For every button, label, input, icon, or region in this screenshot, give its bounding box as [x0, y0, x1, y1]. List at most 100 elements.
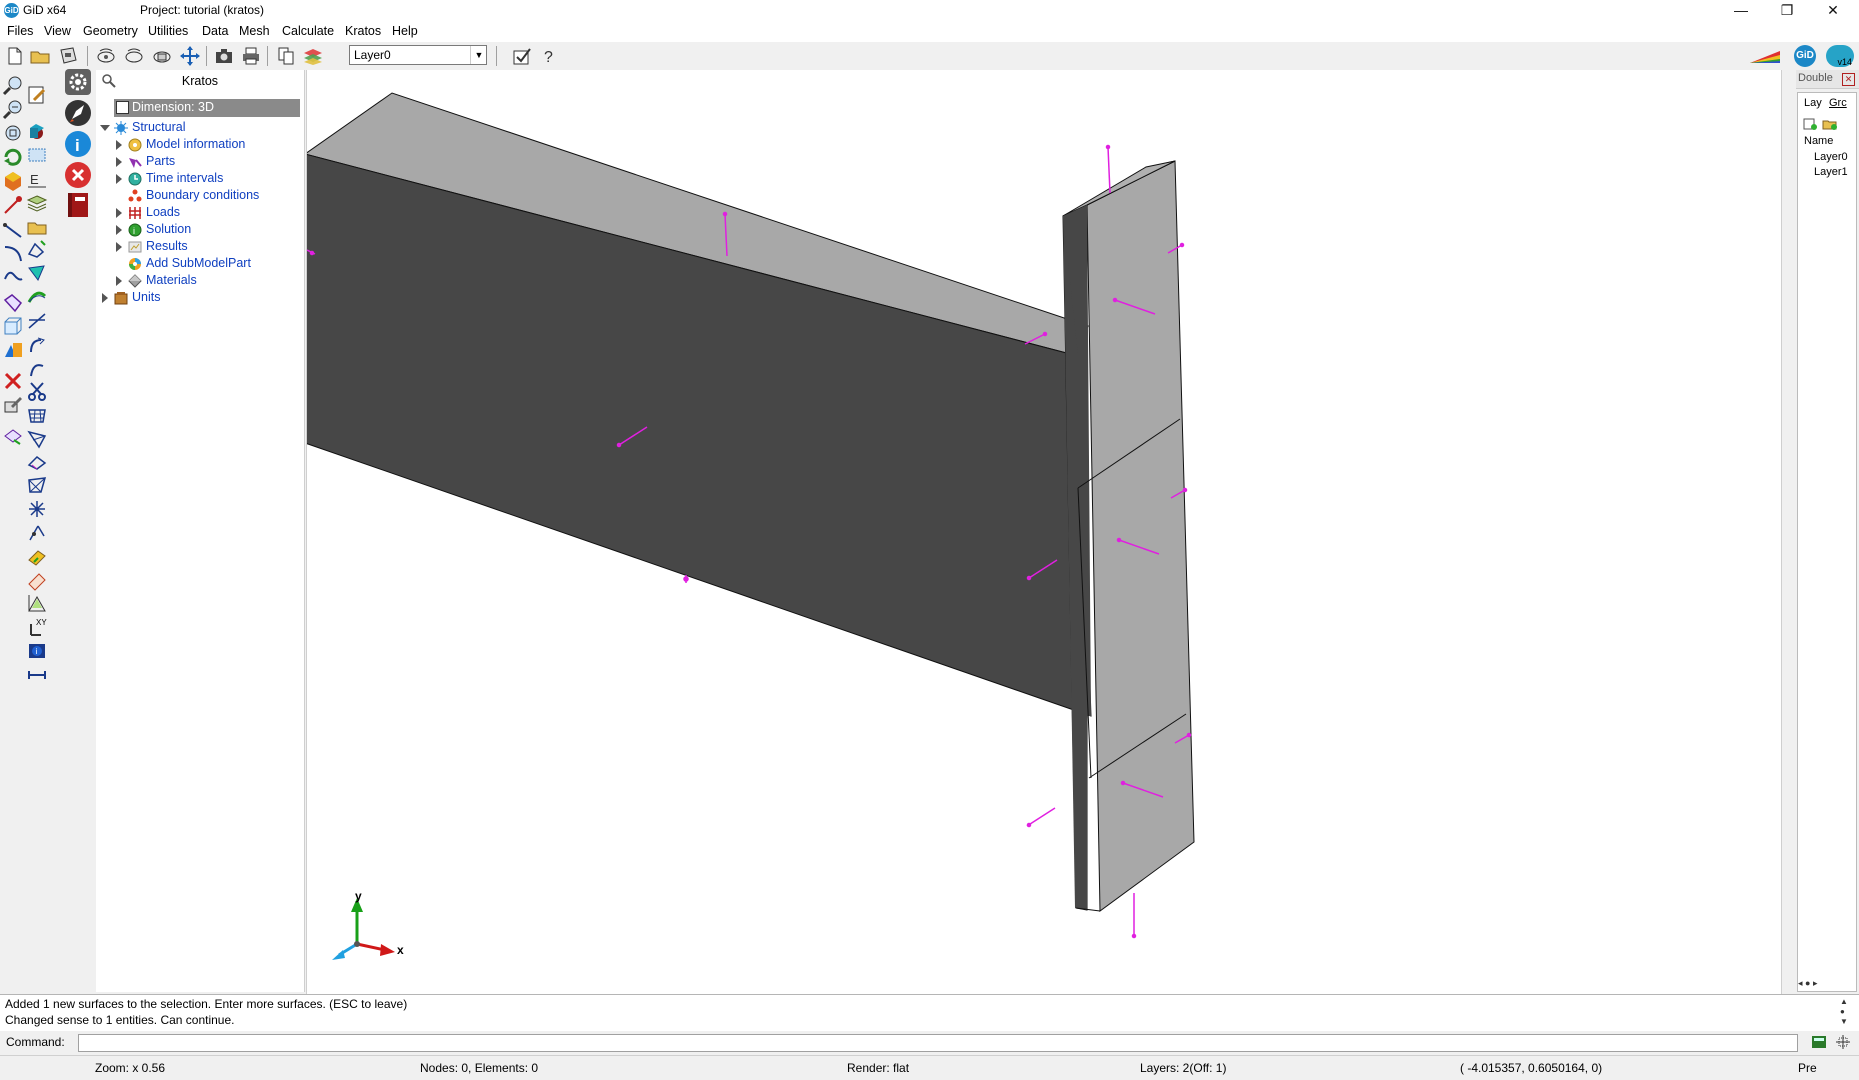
coordinates-icon[interactable]: XY	[26, 616, 48, 638]
close-button[interactable]: ✕	[1811, 0, 1855, 22]
tree-item-time-intervals[interactable]: Time intervals	[114, 170, 300, 188]
expand-icon[interactable]	[116, 140, 122, 150]
redraw-icon[interactable]	[2, 146, 24, 168]
restore-button[interactable]: ❐	[1765, 0, 1809, 22]
create-shape-icon[interactable]	[2, 338, 24, 360]
divide-surface-icon[interactable]	[26, 358, 48, 380]
tab-layers[interactable]: Lay	[1804, 97, 1822, 109]
expand-icon[interactable]	[116, 276, 122, 286]
tree-item-boundary-conditions[interactable]: Boundary conditions	[114, 187, 300, 205]
menu-data[interactable]: Data	[202, 24, 228, 38]
settings-icon[interactable]	[64, 68, 92, 96]
rotate-screen-icon[interactable]	[123, 45, 145, 67]
nurbs-surface-icon[interactable]	[26, 262, 48, 284]
tree-item-solution[interactable]: i Solution	[114, 221, 300, 239]
expand-icon[interactable]	[116, 208, 122, 218]
menu-kratos[interactable]: Kratos	[345, 24, 381, 38]
close-panel-icon[interactable]: ✕	[1842, 73, 1855, 86]
model-canvas[interactable]	[307, 70, 1783, 994]
move-icon[interactable]	[2, 426, 24, 448]
calc-window-icon[interactable]	[1811, 1034, 1827, 1050]
folder-icon[interactable]	[26, 216, 48, 238]
cancel-process-icon[interactable]	[64, 161, 92, 189]
offset-icon[interactable]	[26, 452, 48, 474]
command-input[interactable]	[78, 1034, 1798, 1052]
collapse-icon[interactable]	[100, 125, 110, 131]
label-icon[interactable]: E	[26, 168, 48, 190]
tree-item-results[interactable]: Results	[114, 238, 300, 256]
new-file-icon[interactable]	[3, 45, 25, 67]
log-scrollbar[interactable]: ▲ ● ▼	[1840, 997, 1852, 1027]
expand-icon[interactable]	[102, 293, 108, 303]
tree-item-materials[interactable]: Materials	[114, 272, 300, 290]
shape-select-icon[interactable]	[26, 120, 48, 142]
book-icon[interactable]	[64, 191, 92, 219]
surface-mesh-icon[interactable]	[26, 286, 48, 308]
zoom-out-icon[interactable]	[2, 98, 24, 120]
grid-surface-icon[interactable]	[26, 404, 48, 426]
expand-icon[interactable]	[116, 157, 122, 167]
graphics-viewport[interactable]: y x	[306, 70, 1782, 994]
tree-item-model-information[interactable]: Model information	[114, 136, 300, 154]
mesh-edit-icon[interactable]	[26, 474, 48, 496]
gid-badge[interactable]: GiD	[1794, 45, 1816, 67]
layer-select[interactable]: Layer0 ▼	[349, 45, 487, 65]
menu-calculate[interactable]: Calculate	[282, 24, 334, 38]
expand-icon[interactable]	[116, 242, 122, 252]
zoom-frame-icon[interactable]	[2, 122, 24, 144]
dimension-icon[interactable]	[26, 592, 48, 614]
tree-item-add-submodelpart[interactable]: Add SubModelPart	[114, 255, 300, 273]
delete-icon[interactable]	[2, 370, 24, 392]
tab-groups[interactable]: Grc	[1829, 97, 1847, 109]
line-icon[interactable]	[2, 218, 24, 240]
tree-item-structural[interactable]: Structural	[100, 119, 300, 137]
eraser-icon[interactable]	[26, 570, 48, 592]
frame-select-icon[interactable]	[26, 144, 48, 166]
chevron-down-icon[interactable]: ▼	[470, 46, 487, 64]
save-icon[interactable]	[57, 45, 79, 67]
rotate-view-icon[interactable]	[95, 45, 117, 67]
screenshot-icon[interactable]	[213, 45, 235, 67]
column-name[interactable]: Name	[1804, 135, 1833, 147]
information-icon[interactable]: i	[64, 130, 92, 158]
check-tool-icon[interactable]	[511, 45, 533, 67]
minimize-button[interactable]: —	[1719, 0, 1763, 22]
horizontal-scrollbar[interactable]: ◂ ● ▸	[1798, 978, 1856, 992]
conditions-icon[interactable]	[26, 546, 48, 568]
contact-surface-icon[interactable]	[26, 428, 48, 450]
menu-mesh[interactable]: Mesh	[239, 24, 270, 38]
copy-icon[interactable]	[275, 45, 297, 67]
tree-item-loads[interactable]: Loads	[114, 204, 300, 222]
nurbs-line-icon[interactable]	[2, 266, 24, 288]
intersect-icon[interactable]	[26, 310, 48, 332]
arc-icon[interactable]	[2, 242, 24, 264]
layers-icon[interactable]	[302, 45, 324, 67]
layer-stack-icon[interactable]	[26, 192, 48, 214]
render-icon[interactable]	[2, 170, 24, 192]
color-scale-icon[interactable]	[1748, 45, 1782, 67]
print-icon[interactable]	[240, 45, 262, 67]
surface-icon[interactable]	[2, 292, 24, 314]
zoom-in-icon[interactable]	[2, 74, 24, 96]
pan-icon[interactable]	[179, 45, 201, 67]
grid-snap-icon[interactable]	[1835, 1034, 1851, 1050]
layer-item[interactable]: Layer1	[1814, 166, 1848, 178]
divide-line-icon[interactable]	[26, 334, 48, 356]
layer-item[interactable]: Layer0	[1814, 151, 1848, 163]
new-folder-icon[interactable]	[1822, 117, 1838, 131]
measure-icon[interactable]	[26, 522, 48, 544]
point-icon[interactable]	[2, 194, 24, 216]
new-layer-icon[interactable]	[1802, 117, 1818, 131]
distance-icon[interactable]	[26, 664, 48, 686]
open-folder-icon[interactable]	[29, 45, 51, 67]
help-icon[interactable]: ?	[538, 45, 560, 67]
scissors-icon[interactable]	[26, 380, 48, 402]
edit-entity-icon[interactable]	[2, 394, 24, 416]
volume-icon[interactable]	[2, 316, 24, 338]
tree-item-units[interactable]: Units	[100, 289, 300, 307]
menu-view[interactable]: View	[44, 24, 71, 38]
menu-help[interactable]: Help	[392, 24, 418, 38]
notes-icon[interactable]	[26, 84, 48, 106]
line-tool-icon[interactable]	[26, 238, 48, 260]
column-front-face[interactable]	[1086, 160, 1195, 912]
